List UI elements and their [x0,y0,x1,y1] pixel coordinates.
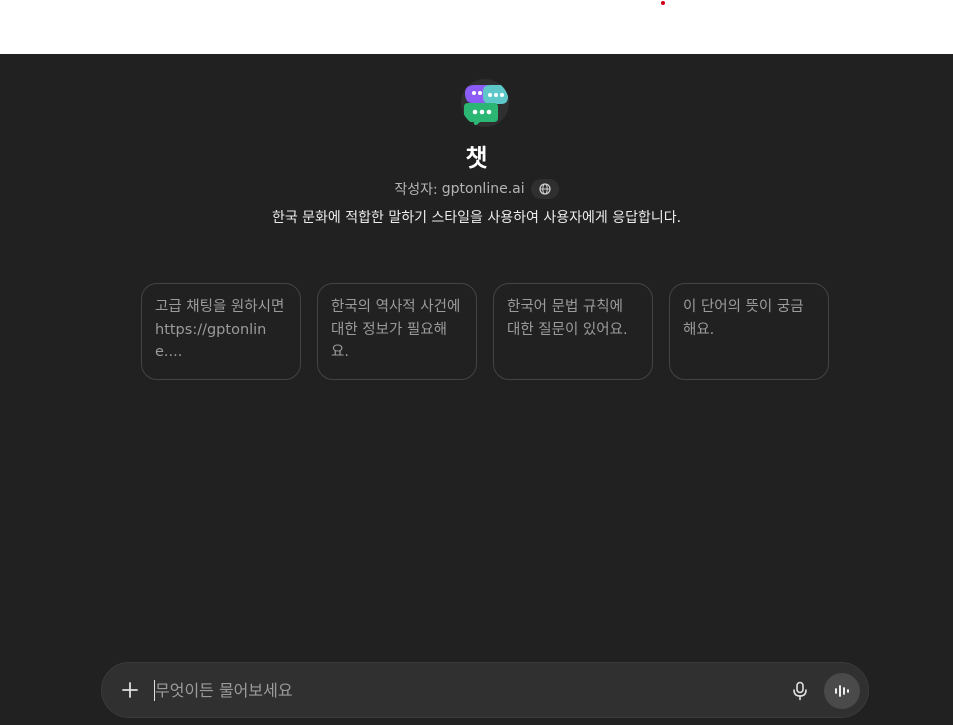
voice-mode-button[interactable] [824,673,860,709]
starter-card-grammar[interactable]: 한국어 문법 규칙에 대한 질문이 있어요. [493,283,653,380]
message-composer [101,662,869,718]
starter-label: 고급 채팅을 원하시면 https://gptonline.... [155,299,285,360]
microphone-icon [793,681,807,701]
prompt-input[interactable] [155,675,755,705]
globe-icon [539,183,551,195]
starter-card-history[interactable]: 한국의 역사적 사건에 대한 정보가 필요해요. [317,283,477,380]
chat-main-area: 챗 작성자: gptonline.ai 한국 문화에 적합한 말하기 스타일을 … [0,54,953,725]
gpt-description: 한국 문화에 적합한 말하기 스타일을 사용하여 사용자에게 응답합니다. [271,210,682,226]
byline-prefix: 작성자: [394,182,438,198]
starter-label: 한국의 역사적 사건에 대한 정보가 필요해요. [331,299,461,360]
plus-icon [122,682,138,698]
website-link-chip[interactable] [530,179,559,199]
starter-card-word-meaning[interactable]: 이 단어의 뜻이 궁금해요. [669,283,829,380]
gpt-byline: 작성자: gptonline.ai [0,179,953,199]
gpt-title: 챗 [465,144,488,172]
status-dot [661,1,665,5]
starter-label: 이 단어의 뜻이 궁금해요. [683,299,804,338]
dictate-button[interactable] [788,679,812,703]
starter-label: 한국어 문법 규칙에 대한 질문이 있어요. [507,299,628,338]
voice-mode-icon [835,685,849,697]
byline-domain: gptonline.ai [441,181,525,197]
chat-bubbles-avatar-icon [464,85,508,127]
attach-button[interactable] [118,678,142,702]
top-browser-strip [0,0,953,54]
starter-card-advanced-chat[interactable]: 고급 채팅을 원하시면 https://gptonline.... [141,283,301,380]
gpt-avatar [461,79,509,127]
conversation-starters: 고급 채팅을 원하시면 https://gptonline.... 한국의 역사… [141,283,829,380]
